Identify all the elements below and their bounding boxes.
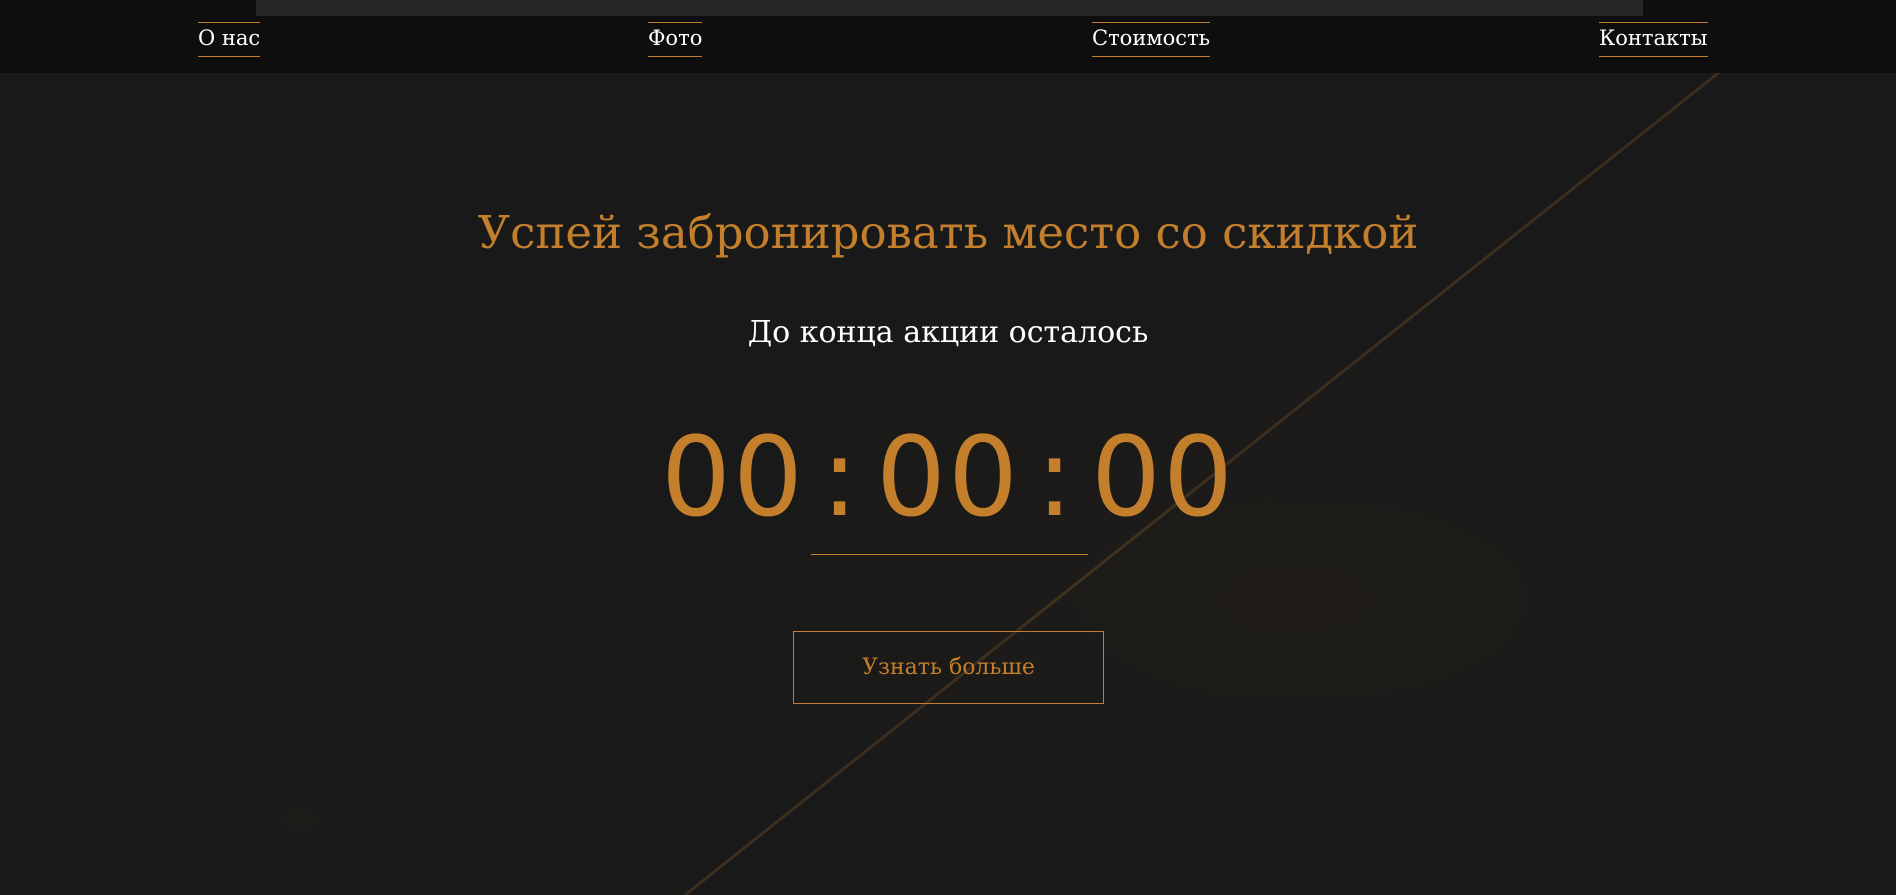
timer-separator: : bbox=[1035, 413, 1076, 541]
timer-seconds: 00 bbox=[1091, 413, 1236, 541]
promo-title: Успей забронировать место со скидкой bbox=[477, 206, 1419, 259]
learn-more-button[interactable]: Узнать больше bbox=[793, 631, 1104, 704]
timer-underline bbox=[811, 554, 1088, 555]
page: О нас Фото Стоимость Контакты Успей забр… bbox=[0, 0, 1896, 895]
timer-hours: 00 bbox=[660, 413, 805, 541]
promo-subtitle: До конца акции осталось bbox=[747, 315, 1149, 350]
nav-item-about[interactable]: О нас bbox=[198, 22, 261, 57]
timer-separator: : bbox=[820, 413, 860, 541]
nav-item-contacts[interactable]: Контакты bbox=[1599, 22, 1708, 57]
top-navigation: О нас Фото Стоимость Контакты bbox=[0, 0, 1896, 73]
nav-item-photo[interactable]: Фото bbox=[648, 22, 703, 57]
countdown-timer: 00:00:00 bbox=[0, 412, 1896, 542]
nav-item-price[interactable]: Стоимость bbox=[1092, 22, 1211, 57]
nav-top-bar bbox=[256, 0, 1643, 16]
timer-minutes: 00 bbox=[876, 413, 1020, 541]
